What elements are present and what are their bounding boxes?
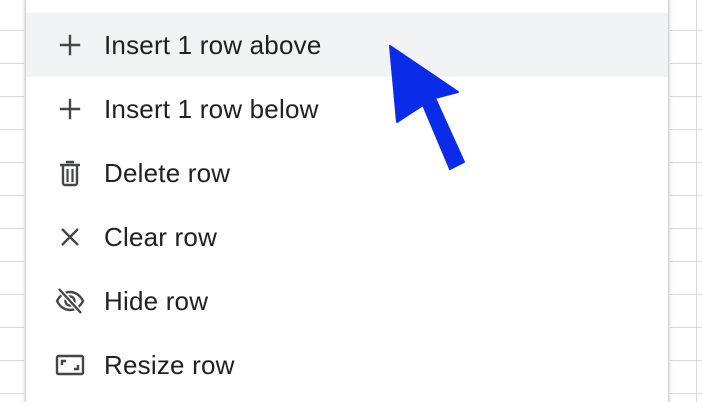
plus-icon (54, 29, 86, 61)
menu-item-label: Insert 1 row below (104, 93, 319, 124)
spreadsheet-grid-left (0, 0, 24, 402)
annotation-arrow-pointer (389, 45, 465, 170)
menu-item-hide-row[interactable]: Hide row (26, 269, 668, 333)
row-context-menu: Insert 1 row above Insert 1 row below De… (26, 0, 668, 402)
menu-item-clear-row[interactable]: Clear row (26, 205, 668, 269)
close-icon (54, 221, 86, 253)
resize-icon (54, 349, 86, 381)
menu-item-label: Delete row (104, 157, 231, 188)
menu-item-label: Clear row (104, 221, 218, 252)
plus-icon (54, 93, 86, 125)
spreadsheet-grid-right (670, 0, 702, 402)
menu-item-label: Resize row (104, 349, 235, 380)
menu-item-label: Hide row (104, 285, 209, 316)
eye-off-icon (54, 285, 86, 317)
menu-item-resize-row[interactable]: Resize row (26, 333, 668, 397)
menu-item-insert-row-below[interactable]: Insert 1 row below (26, 77, 668, 141)
menu-item-list: Insert 1 row above Insert 1 row below De… (26, 13, 668, 397)
trash-icon (54, 157, 86, 189)
menu-item-insert-row-above[interactable]: Insert 1 row above (26, 13, 668, 77)
menu-item-delete-row[interactable]: Delete row (26, 141, 668, 205)
screenshot-canvas: Insert 1 row above Insert 1 row below De… (0, 0, 702, 402)
menu-item-label: Insert 1 row above (104, 29, 322, 60)
